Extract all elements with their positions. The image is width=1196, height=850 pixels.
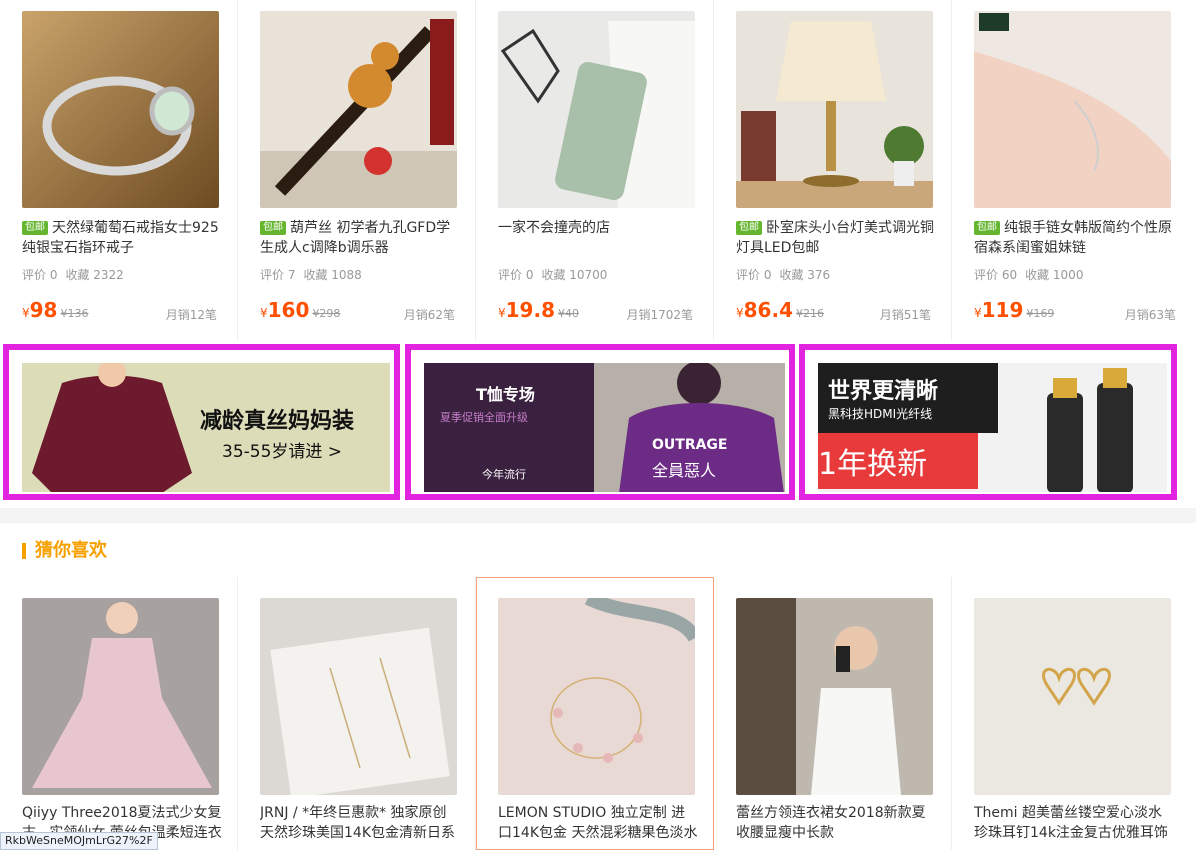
free-shipping-badge: 包邮 [974, 221, 1000, 235]
product-meta: 评价 0 收藏 2322 [22, 268, 124, 282]
banner-silk-dress[interactable]: 减龄真丝妈妈装 35-55岁请进 > [3, 344, 400, 500]
banner-band: 减龄真丝妈妈装 35-55岁请进 > T恤专场 夏季促销全面升级 今年流行 OU… [0, 340, 1196, 508]
product-title[interactable]: Themi 超美蕾丝镂空爱心淡水珍珠耳钉14k注金复古优雅耳饰 新 [974, 803, 1174, 843]
product-row-recommend: Qiiyy Three2018夏法式少女复古...实领仙女 蕾丝包温柔短连衣 J… [0, 577, 1196, 850]
product-image-dress[interactable] [22, 598, 219, 795]
product-title[interactable]: 包邮 卧室床头小台灯美式调光铜灯具LED包邮 [736, 218, 936, 258]
monthly-sales: 月销51笔 [879, 308, 931, 322]
product-price: ¥119 ¥169 [974, 298, 1055, 322]
product-card[interactable]: 包邮 纯银手链女韩版简约个性原宿森系闺蜜姐妹链 评价 60 收藏 1000 ¥119… [952, 0, 1196, 340]
free-shipping-badge: 包邮 [260, 221, 286, 235]
banner-tag: 今年流行 [482, 468, 526, 481]
product-title[interactable]: LEMON STUDIO 独立定制 进口14K包金 天然混彩糖果色淡水珍 [498, 803, 698, 843]
banner-headline: 减龄真丝妈妈装 [200, 409, 355, 434]
product-image-phone-case[interactable] [498, 11, 695, 208]
product-image-lamp[interactable] [736, 11, 933, 208]
recommend-card[interactable]: JRNJ / *年终巨惠款* 独家原创天然珍珠美国14K包金清新日系 [238, 577, 476, 850]
browser-status-bar: RkbWeSneMOJmLrG27%2F [0, 832, 158, 850]
banner-image: 世界更清晰 黑科技HDMI光纤线 1年换新 [818, 363, 1167, 492]
product-image-hulusi[interactable] [260, 11, 457, 208]
product-title[interactable]: 包邮 葫芦丝 初学者九孔GFD学生成人c调降b调乐器 [260, 218, 460, 258]
product-meta: 评价 0 收藏 10700 [498, 268, 608, 282]
monthly-sales: 月销62笔 [403, 308, 455, 322]
product-card[interactable]: 包邮 卧室床头小台灯美式调光铜灯具LED包邮 评价 0 收藏 376 ¥86.4 ¥2… [714, 0, 952, 340]
product-meta: 评价 60 收藏 1000 [974, 268, 1084, 282]
banner-hdmi[interactable]: 世界更清晰 黑科技HDMI光纤线 1年换新 [799, 344, 1177, 500]
product-title[interactable]: JRNJ / *年终巨惠款* 独家原创天然珍珠美国14K包金清新日系 [260, 803, 460, 843]
section-marker [22, 543, 26, 559]
banner-sub: 夏季促销全面升级 [440, 411, 528, 424]
product-title[interactable]: 一家不会撞壳的店 [498, 218, 698, 258]
free-shipping-badge: 包邮 [22, 221, 48, 235]
banner-tag: 1年换新 [818, 447, 928, 482]
recommend-card[interactable]: 蕾丝方领连衣裙女2018新款夏收腰显瘦中长款 [714, 577, 952, 850]
product-card[interactable]: 一家不会撞壳的店 评价 0 收藏 10700 ¥19.8 ¥40 月销1702笔 [476, 0, 714, 340]
product-card[interactable]: 包邮 葫芦丝 初学者九孔GFD学生成人c调降b调乐器 评价 7 收藏 1088 ¥1… [238, 0, 476, 340]
product-meta: 评价 7 收藏 1088 [260, 268, 362, 282]
monthly-sales: 月销1702笔 [626, 308, 693, 322]
product-image-lace-dress[interactable] [736, 598, 933, 795]
product-price: ¥98 ¥136 [22, 298, 89, 322]
monthly-sales: 月销63笔 [1124, 308, 1176, 322]
banner-headline: T恤专场 [476, 385, 535, 404]
product-image-heart-earrings[interactable] [974, 598, 1171, 795]
banner-image: 减龄真丝妈妈装 35-55岁请进 > [22, 363, 390, 492]
product-image-pearl-bracelet[interactable] [498, 598, 695, 795]
product-title[interactable]: 包邮 天然绿葡萄石戒指女士925纯银宝石指环戒子 [22, 218, 222, 258]
banner-image: T恤专场 夏季促销全面升级 今年流行 OUTRAGE 全員惡人 [424, 363, 785, 492]
product-title[interactable]: 蕾丝方领连衣裙女2018新款夏收腰显瘦中长款 [736, 803, 936, 843]
section-title: 猜你喜欢 [35, 540, 107, 561]
banner-brand-sub: 全員惡人 [652, 461, 717, 480]
banner-headline: 世界更清晰 [828, 379, 939, 404]
banner-sub: 黑科技HDMI光纤线 [828, 407, 933, 421]
product-price: ¥160 ¥298 [260, 298, 341, 322]
recommend-card[interactable]: LEMON STUDIO 独立定制 进口14K包金 天然混彩糖果色淡水珍 [476, 577, 714, 850]
product-image-bracelet[interactable] [974, 11, 1171, 208]
product-title[interactable]: 包邮 纯银手链女韩版简约个性原宿森系闺蜜姐妹链 [974, 218, 1174, 258]
section-header: 猜你喜欢 [0, 523, 1196, 577]
banner-sub: 35-55岁请进 > [222, 442, 343, 462]
product-row-top: 包邮 天然绿葡萄石戒指女士925纯银宝石指环戒子 评价 0 收藏 2322 ¥98 ¥… [0, 0, 1196, 340]
page: 包邮 天然绿葡萄石戒指女士925纯银宝石指环戒子 评价 0 收藏 2322 ¥98 ¥… [0, 0, 1196, 850]
monthly-sales: 月销12笔 [165, 308, 217, 322]
free-shipping-badge: 包邮 [736, 221, 762, 235]
banner-tshirt[interactable]: T恤专场 夏季促销全面升级 今年流行 OUTRAGE 全員惡人 [405, 344, 795, 500]
recommend-card[interactable]: Qiiyy Three2018夏法式少女复古...实领仙女 蕾丝包温柔短连衣 [0, 577, 238, 850]
product-card[interactable]: 包邮 天然绿葡萄石戒指女士925纯银宝石指环戒子 评价 0 收藏 2322 ¥98 ¥… [0, 0, 238, 340]
banner-brand: OUTRAGE [652, 437, 728, 453]
product-price: ¥19.8 ¥40 [498, 298, 579, 322]
recommend-card[interactable]: Themi 超美蕾丝镂空爱心淡水珍珠耳钉14k注金复古优雅耳饰 新 [952, 577, 1196, 850]
product-meta: 评价 0 收藏 376 [736, 268, 831, 282]
product-image-earrings[interactable] [260, 598, 457, 795]
product-price: ¥86.4 ¥216 [736, 298, 824, 322]
product-image-ring[interactable] [22, 11, 219, 208]
